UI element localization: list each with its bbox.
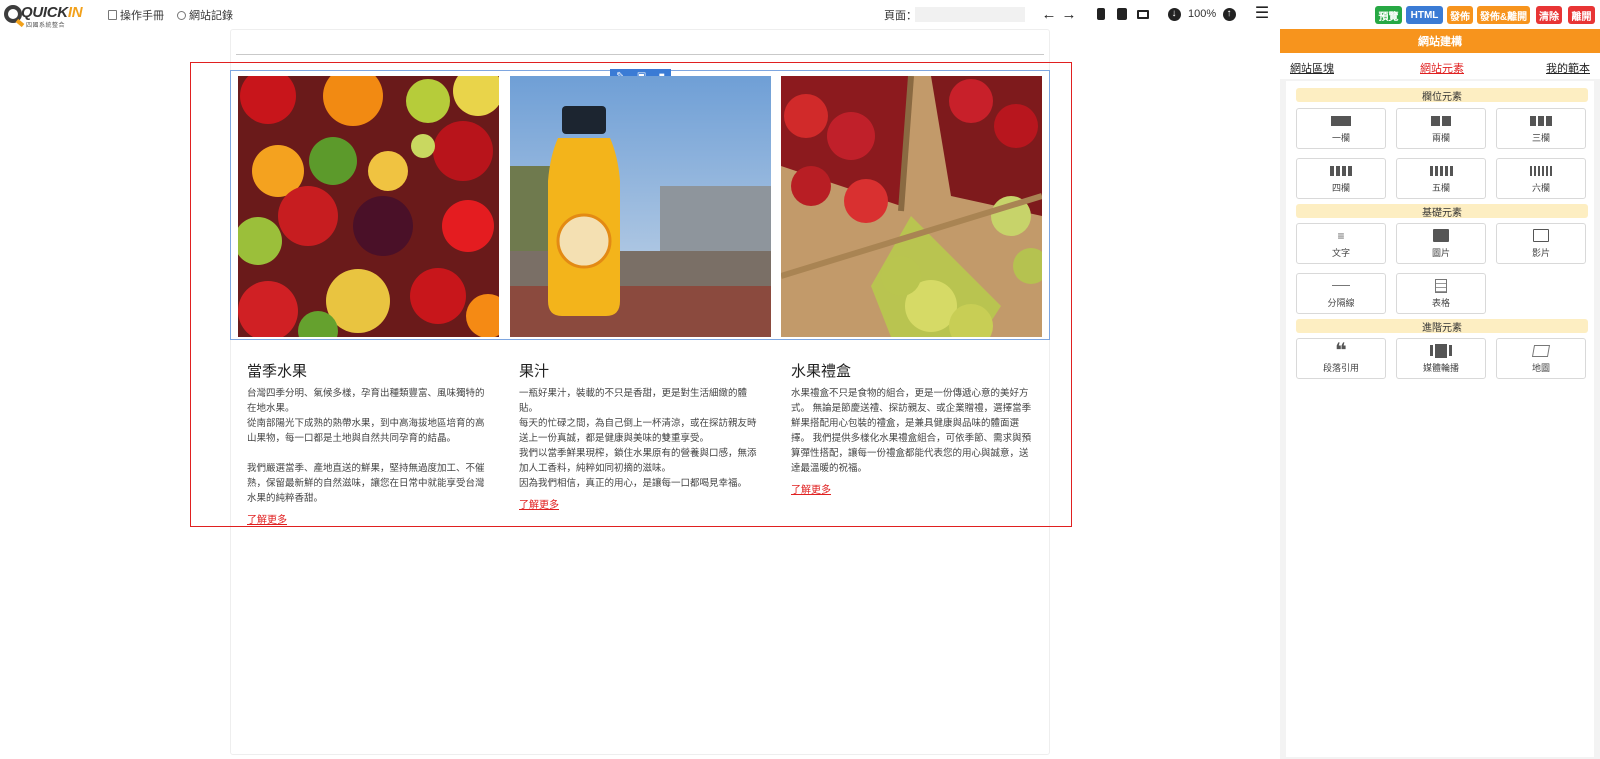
tile-label: 表格 [1431, 297, 1450, 308]
four-columns-icon [1330, 164, 1352, 178]
tile-six-columns[interactable]: 六欄 [1496, 158, 1586, 199]
image-element-icon [1433, 229, 1449, 243]
book-icon [108, 10, 117, 20]
tile-three-columns[interactable]: 三欄 [1496, 108, 1586, 149]
column-2-learn-more-link[interactable]: 了解更多 [519, 496, 559, 511]
map-icon [1531, 344, 1551, 358]
quickin-logo[interactable]: QUICKIN 四國系統整合 [4, 3, 88, 29]
column-3-learn-more-link[interactable]: 了解更多 [791, 481, 831, 496]
tab-site-blocks[interactable]: 網站區塊 [1290, 60, 1334, 76]
tile-label: 段落引用 [1322, 362, 1359, 373]
tile-label: 六欄 [1531, 182, 1550, 193]
tile-blockquote[interactable]: ❝ 段落引用 [1296, 338, 1386, 379]
quote-icon: ❝ [1335, 339, 1347, 362]
column-3-text[interactable]: 水果禮盒不只是食物的組合，更是一份傳遞心意的美好方式。 無論是節慶送禮、探訪親友… [791, 386, 1037, 476]
tile-label: 文字 [1331, 247, 1350, 258]
six-columns-icon [1530, 164, 1552, 178]
manual-link[interactable]: 操作手冊 [108, 7, 164, 23]
tab-site-elements[interactable]: 網站元素 [1420, 60, 1464, 76]
tile-media-carousel[interactable]: 媒體輪播 [1396, 338, 1486, 379]
three-columns-icon [1530, 114, 1552, 128]
html-button[interactable]: HTML [1406, 6, 1443, 24]
tile-two-columns[interactable]: 兩欄 [1396, 108, 1486, 149]
tile-label: 圖片 [1431, 247, 1450, 258]
zoom-in-icon[interactable]: ↑ [1221, 6, 1237, 22]
mobile-icon[interactable] [1093, 6, 1109, 22]
tile-four-columns[interactable]: 四欄 [1296, 158, 1386, 199]
tile-image[interactable]: 圖片 [1396, 223, 1486, 264]
tile-video[interactable]: 影片 [1496, 223, 1586, 264]
logo-mark-icon [4, 5, 22, 23]
panel-title: 網站建構 [1280, 29, 1600, 53]
tablet-icon[interactable] [1114, 6, 1130, 22]
manual-label: 操作手冊 [120, 10, 164, 22]
tile-map[interactable]: 地圖 [1496, 338, 1586, 379]
column-2-title[interactable]: 果汁 [519, 360, 549, 381]
hamburger-icon[interactable]: ☰ [1254, 6, 1270, 22]
arrow-right-icon[interactable]: → [1061, 6, 1077, 22]
section-advanced-elements: 進階元素 [1296, 319, 1588, 334]
divider-element[interactable] [236, 54, 1044, 55]
logo-word-b: IN [67, 4, 83, 21]
juice-photo[interactable] [510, 76, 771, 337]
logo-wordmark: QUICKIN [21, 4, 83, 21]
column-1-learn-more-link[interactable]: 了解更多 [247, 511, 287, 526]
column-1-text[interactable]: 台灣四季分明、氣候多樣，孕育出種類豐富、風味獨特的在地水果。 從南部陽光下成熟的… [247, 386, 493, 506]
video-icon [1533, 229, 1549, 243]
app-root: QUICKIN 四國系統整合 操作手冊 網站記錄 頁面： ← → ↓ 100% … [0, 0, 1600, 759]
publish-button[interactable]: 發佈 [1447, 6, 1473, 24]
leave-button[interactable]: 離開 [1568, 6, 1595, 24]
tile-one-column[interactable]: 一欄 [1296, 108, 1386, 149]
logo-subtitle: 四國系統整合 [26, 23, 66, 29]
desktop-icon[interactable] [1135, 6, 1151, 22]
clock-icon [177, 10, 186, 20]
divider-icon [1332, 279, 1350, 293]
tile-label: 地圖 [1531, 362, 1550, 373]
one-column-icon [1331, 114, 1351, 128]
carousel-icon [1430, 343, 1452, 358]
zoom-out-icon[interactable]: ↓ [1166, 6, 1182, 22]
tile-label: 四欄 [1331, 182, 1350, 193]
clear-button[interactable]: 清除 [1536, 6, 1562, 24]
zoom-level: 100% [1188, 8, 1217, 20]
tile-label: 兩欄 [1431, 132, 1450, 143]
tile-label: 影片 [1531, 247, 1550, 258]
section-basic-elements: 基礎元素 [1296, 204, 1588, 219]
panel-tabs: 網站區塊 網站元素 我的範本 [1280, 53, 1600, 79]
column-1-title[interactable]: 當季水果 [247, 360, 307, 381]
table-icon [1435, 278, 1447, 293]
apples-photo[interactable] [781, 76, 1042, 337]
preview-button[interactable]: 預覽 [1375, 6, 1402, 24]
tile-label: 分隔線 [1327, 297, 1355, 308]
publish-leave-button[interactable]: 發佈&離開 [1477, 6, 1530, 24]
tile-divider[interactable]: 分隔線 [1296, 273, 1386, 314]
text-icon: ≡ [1337, 228, 1345, 243]
tab-my-templates[interactable]: 我的範本 [1546, 60, 1590, 76]
tile-text[interactable]: ≡ 文字 [1296, 223, 1386, 264]
tile-label: 五欄 [1431, 182, 1450, 193]
history-link[interactable]: 網站記錄 [177, 7, 233, 23]
logo-word-a: QUICK [21, 4, 68, 21]
five-columns-icon [1429, 164, 1453, 178]
tile-five-columns[interactable]: 五欄 [1396, 158, 1486, 199]
fruits-photo[interactable] [238, 76, 499, 337]
column-2-text[interactable]: 一瓶好果汁，裝載的不只是香甜，更是對生活細緻的體貼。 每天的忙碌之間，為自己倒上… [519, 386, 765, 491]
page-select-input[interactable] [915, 7, 1025, 22]
site-builder-panel: 網站建構 網站區塊 網站元素 我的範本 欄位元素 一欄 兩欄 三欄 四欄 五欄 [1280, 29, 1600, 759]
two-columns-icon [1431, 114, 1451, 128]
page-select-label: 頁面： [884, 10, 917, 22]
history-label: 網站記錄 [189, 10, 233, 22]
section-column-elements: 欄位元素 [1296, 88, 1588, 103]
arrow-left-icon[interactable]: ← [1041, 6, 1057, 22]
top-toolbar: QUICKIN 四國系統整合 操作手冊 網站記錄 頁面： ← → ↓ 100% … [0, 0, 1600, 29]
tile-label: 三欄 [1531, 132, 1550, 143]
tile-label: 媒體輪播 [1422, 362, 1459, 373]
tile-label: 一欄 [1331, 132, 1350, 143]
tile-table[interactable]: 表格 [1396, 273, 1486, 314]
column-3-title[interactable]: 水果禮盒 [791, 360, 851, 381]
